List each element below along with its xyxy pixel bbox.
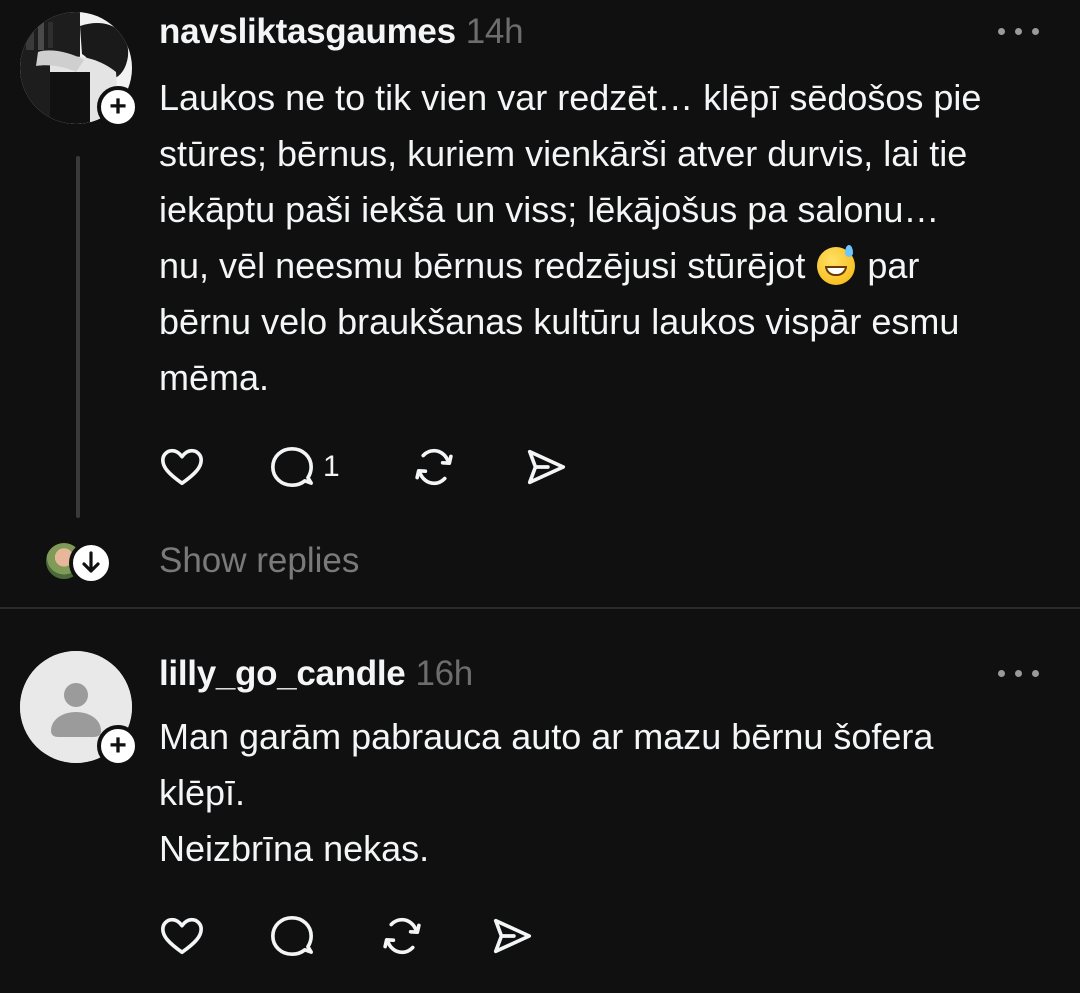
repost-icon	[383, 917, 421, 955]
post-text-line: mēma.	[159, 357, 270, 398]
post-header: lilly_go_candle 16h	[159, 654, 473, 694]
post-text-line: Man garām pabrauca auto ar mazu bērnu šo…	[159, 716, 934, 757]
repost-button[interactable]	[411, 442, 457, 492]
like-button[interactable]	[159, 442, 205, 492]
reply-button[interactable]: 1	[269, 442, 340, 492]
send-icon	[527, 449, 566, 485]
reply-button[interactable]	[269, 911, 315, 961]
post-header: navsliktasgaumes 14h	[159, 12, 524, 52]
follow-button[interactable]: +	[97, 86, 139, 128]
like-button[interactable]	[159, 911, 205, 961]
post-text-line: iekāptu paši iekšā un viss; lēkājošus pa…	[159, 189, 940, 230]
heart-icon	[161, 917, 203, 955]
show-replies-link[interactable]: Show replies	[159, 541, 359, 581]
share-button[interactable]	[489, 911, 535, 961]
follow-button[interactable]: +	[97, 725, 139, 767]
arrow-down-icon	[69, 541, 113, 585]
send-icon	[493, 918, 532, 954]
repost-icon	[415, 448, 453, 486]
post-text-line: Neizbrīna nekas.	[159, 828, 430, 869]
post-text-line: bērnu velo braukšanas kultūru laukos vis…	[159, 301, 960, 342]
comment-icon	[271, 446, 313, 488]
username[interactable]: navsliktasgaumes	[159, 12, 456, 51]
post-text-line: stūres; bērnus, kuriem vienkārši atver d…	[159, 133, 968, 174]
post-text-fragment: nu, vēl neesmu bērnus redzējusi stūrējot	[159, 245, 806, 286]
post-text-fragment: par	[867, 245, 920, 286]
post-text-line: nu, vēl neesmu bērnus redzējusi stūrējot…	[159, 238, 1049, 294]
show-replies-row[interactable]: Show replies	[40, 537, 440, 587]
more-options-icon[interactable]	[998, 24, 1040, 38]
post-text-line: Laukos ne to tik vien var redzēt… klēpī …	[159, 77, 982, 118]
repost-button[interactable]	[379, 911, 425, 961]
thread-line	[76, 156, 80, 518]
grinning-face-with-sweat-icon	[817, 245, 856, 285]
thread-post: + lilly_go_candle 16h Man garām pabrauca …	[0, 609, 1080, 993]
thread-post: + navsliktasgaumes 14h Laukos ne to tik v…	[0, 0, 1080, 608]
timestamp: 14h	[465, 12, 524, 51]
post-text: Man garām pabrauca auto ar mazu bērnu šo…	[159, 709, 1049, 877]
post-text: Laukos ne to tik vien var redzēt… klēpī …	[159, 70, 1049, 406]
reply-count: 1	[323, 450, 340, 483]
heart-icon	[161, 448, 203, 486]
more-options-icon[interactable]	[998, 666, 1040, 680]
comment-icon	[271, 915, 313, 957]
post-text-line: klēpī.	[159, 772, 246, 813]
username[interactable]: lilly_go_candle	[159, 654, 406, 693]
share-button[interactable]	[523, 442, 569, 492]
timestamp: 16h	[415, 654, 473, 693]
